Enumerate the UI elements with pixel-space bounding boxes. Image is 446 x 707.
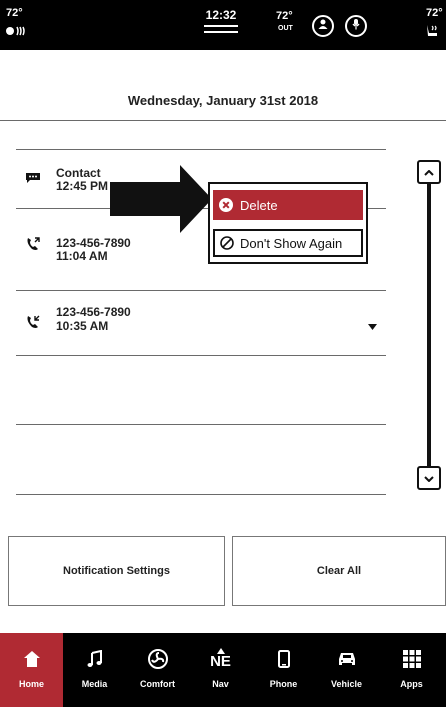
clock: 12:32 xyxy=(205,8,237,22)
user-icon xyxy=(317,17,329,35)
nav-phone[interactable]: Phone xyxy=(252,633,315,707)
notification-time: 12:45 PM xyxy=(56,179,109,193)
passenger-temp: 72° xyxy=(426,7,443,19)
nav-label: Apps xyxy=(400,679,423,689)
nav-label: Vehicle xyxy=(330,679,363,689)
close-circle-icon xyxy=(219,198,233,212)
scroll-up-button[interactable] xyxy=(417,160,441,184)
compass-heading: NE xyxy=(210,653,231,670)
delete-menu-item[interactable]: Delete xyxy=(213,190,363,220)
nav-label: Home xyxy=(18,679,44,689)
bottom-nav: Home Media Comfort NE Nav Phone Vehicle xyxy=(0,633,446,707)
nav-media[interactable]: Media xyxy=(63,633,126,707)
date-header: Wednesday, January 31st 2018 xyxy=(127,93,319,108)
dont-show-again-menu-item[interactable]: Don't Show Again xyxy=(213,229,363,257)
compass-icon: NE xyxy=(210,647,231,671)
list-divider xyxy=(16,494,386,495)
driver-temp: 72° xyxy=(6,7,23,19)
clear-all-button[interactable]: Clear All xyxy=(232,536,446,606)
home-icon xyxy=(23,647,41,671)
phone-icon xyxy=(277,647,290,671)
divider xyxy=(204,31,238,33)
profile-button[interactable] xyxy=(312,15,334,37)
music-note-icon xyxy=(86,647,104,671)
grid-icon xyxy=(402,647,421,671)
seat-heat-icon[interactable] xyxy=(5,24,27,42)
nav-apps[interactable]: Apps xyxy=(380,633,443,707)
list-divider xyxy=(16,424,386,425)
divider xyxy=(204,25,238,27)
notification-row[interactable]: 123-456-7890 10:35 AM xyxy=(16,291,386,355)
outgoing-call-icon xyxy=(26,237,40,256)
nav-label: Phone xyxy=(269,679,298,689)
status-bar: 72° 12:32 72° OUT 72° xyxy=(0,0,446,50)
notification-settings-button[interactable]: Notification Settings xyxy=(8,536,225,606)
nav-label: Media xyxy=(81,679,108,689)
nav-home[interactable]: Home xyxy=(0,633,63,707)
prohibited-icon xyxy=(220,236,234,250)
notification-title: 123-456-7890 xyxy=(56,305,131,319)
chevron-down-icon xyxy=(424,469,434,487)
climate-icon xyxy=(147,647,169,671)
delete-label: Delete xyxy=(240,197,278,213)
scroll-down-button[interactable] xyxy=(417,466,441,490)
arrow-pointer-icon xyxy=(110,165,214,242)
dont-show-again-label: Don't Show Again xyxy=(240,235,343,251)
chevron-down-icon[interactable] xyxy=(368,317,377,335)
scrollbar-track[interactable] xyxy=(427,184,431,466)
header-divider xyxy=(0,120,446,121)
incoming-call-icon xyxy=(26,315,40,334)
seat-icon[interactable] xyxy=(424,24,440,43)
nav-label: Comfort xyxy=(140,679,175,689)
nav-label: Nav xyxy=(212,679,229,689)
nav-vehicle[interactable]: Vehicle xyxy=(315,633,378,707)
list-divider xyxy=(16,355,386,356)
voice-button[interactable] xyxy=(345,15,367,37)
car-icon xyxy=(337,647,357,671)
outside-label: OUT xyxy=(278,25,293,32)
outside-temp: 72° xyxy=(276,10,293,22)
notification-title: Contact xyxy=(56,166,101,180)
notification-time: 11:04 AM xyxy=(56,249,108,263)
notification-time: 10:35 AM xyxy=(56,319,109,333)
nav-nav[interactable]: NE Nav xyxy=(189,633,252,707)
message-icon xyxy=(26,170,40,188)
microphone-icon xyxy=(350,17,362,35)
nav-comfort[interactable]: Comfort xyxy=(126,633,189,707)
chevron-up-icon xyxy=(424,163,434,181)
